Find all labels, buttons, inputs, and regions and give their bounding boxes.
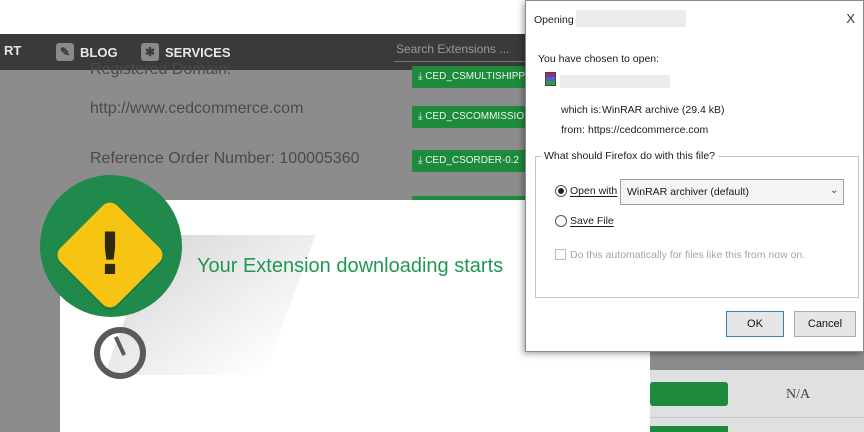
save-file-label[interactable]: Save File xyxy=(570,215,614,227)
site-navbar: RT ✎ BLOG ✱ SERVICES Search Extensions .… xyxy=(0,34,534,70)
nav-services-label: SERVICES xyxy=(165,44,231,60)
action-question: What should Firefox do with this file? xyxy=(541,150,718,162)
download-button-1[interactable]: ⤓ CED_CSMULTISHIPP xyxy=(412,66,527,88)
which-is-label: which is: xyxy=(561,104,602,116)
open-with-radio[interactable] xyxy=(555,185,567,197)
row-divider xyxy=(650,417,864,418)
nav-item-services[interactable]: ✱ SERVICES xyxy=(141,43,231,61)
from-value: https://cedcommerce.com xyxy=(588,124,709,136)
save-file-radio[interactable] xyxy=(555,215,567,227)
redacted-filename xyxy=(576,10,686,27)
download-button-3-label: CED_CSORDER-0.2 xyxy=(425,155,520,166)
auto-checkbox-label: Do this automatically for files like thi… xyxy=(570,249,806,261)
registered-domain-label: Registered Domain: xyxy=(90,61,232,78)
dialog-title: Opening xyxy=(534,14,574,26)
search-input[interactable]: Search Extensions ... xyxy=(394,42,534,62)
open-with-label[interactable]: Open with xyxy=(570,185,617,197)
clock-icon xyxy=(94,327,146,379)
which-is-value: WinRAR archive (29.4 kB) xyxy=(602,104,725,116)
download-button-2-label: CED_CSCOMMISSIO xyxy=(425,111,525,122)
nav-blog-label: BLOG xyxy=(80,44,118,60)
firefox-open-dialog: Opening X You have chosen to open: which… xyxy=(525,0,864,352)
download-button-3[interactable]: ⤓ CED_CSORDER-0.2 xyxy=(412,150,527,172)
nav-item-partial[interactable]: RT xyxy=(4,43,21,58)
close-icon[interactable]: X xyxy=(846,11,855,26)
reference-order: Reference Order Number: 100005360 xyxy=(90,150,360,167)
download-button-2[interactable]: ⤓ CED_CSCOMMISSIO xyxy=(412,106,527,128)
chevron-down-icon[interactable]: ⌄ xyxy=(830,185,838,196)
row-action-button-2[interactable] xyxy=(650,426,728,432)
ok-button[interactable]: OK xyxy=(726,311,784,337)
from-label: from: xyxy=(561,124,585,136)
exclamation-icon: ! xyxy=(96,220,124,288)
redacted-file-name xyxy=(560,75,670,88)
auto-checkbox xyxy=(555,249,566,260)
edit-icon: ✎ xyxy=(56,43,74,61)
na-value: N/A xyxy=(786,387,811,402)
modal-title: Your Extension downloading starts xyxy=(197,255,504,277)
gear-icon: ✱ xyxy=(141,43,159,61)
nav-item-blog[interactable]: ✎ BLOG xyxy=(56,43,118,61)
download-button-1-label: CED_CSMULTISHIPP xyxy=(425,71,526,82)
action-group xyxy=(535,156,859,298)
row-action-button[interactable] xyxy=(650,382,728,406)
chosen-text: You have chosen to open: xyxy=(538,53,660,65)
winrar-file-icon xyxy=(545,72,556,86)
cancel-button[interactable]: Cancel xyxy=(794,311,856,337)
open-with-select[interactable]: WinRAR archiver (default) xyxy=(620,179,844,205)
domain-url: http://www.cedcommerce.com xyxy=(90,100,304,117)
